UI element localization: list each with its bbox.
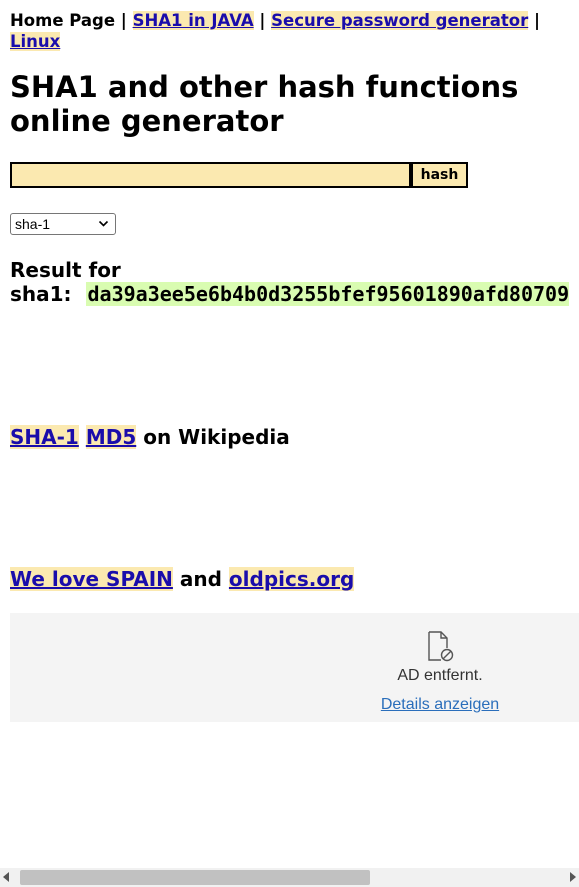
scroll-right-arrow-icon[interactable] bbox=[570, 872, 576, 882]
ad-removed-text: AD entfernt. bbox=[397, 667, 483, 684]
result-algorithm-label: sha1: bbox=[10, 282, 72, 306]
nav-link-secure-password[interactable]: Secure password generator bbox=[271, 11, 529, 30]
blocked-document-icon bbox=[426, 631, 454, 663]
page-title: SHA1 and other hash functions online gen… bbox=[10, 70, 519, 138]
nav-link-linux[interactable]: Linux bbox=[10, 32, 61, 51]
algorithm-select-value: sha-1 bbox=[15, 216, 51, 232]
nav-home: Home Page bbox=[10, 11, 116, 30]
horizontal-scrollbar[interactable] bbox=[0, 868, 579, 887]
wikipedia-links: SHA-1 MD5 on Wikipedia bbox=[10, 425, 290, 449]
link-oldpics[interactable]: oldpics.org bbox=[228, 567, 355, 591]
result-block: Result for sha1: da39a3ee5e6b4b0d3255bfe… bbox=[10, 258, 570, 306]
nav-separator: | bbox=[115, 11, 133, 30]
result-label-line1: Result for bbox=[10, 258, 121, 282]
ad-details-link[interactable]: Details anzeigen bbox=[340, 696, 540, 714]
removed-ad-placeholder: AD entfernt. Details anzeigen bbox=[10, 613, 579, 722]
hash-button[interactable]: hash bbox=[411, 162, 468, 188]
nav-link-sha1-java[interactable]: SHA1 in JAVA bbox=[132, 11, 254, 30]
result-line: sha1: da39a3ee5e6b4b0d3255bfef95601890af… bbox=[10, 282, 570, 306]
result-hash-value: da39a3ee5e6b4b0d3255bfef95601890afd80709 bbox=[85, 282, 570, 306]
promo-and: and bbox=[179, 567, 222, 591]
scrollbar-thumb[interactable] bbox=[20, 870, 370, 885]
chevron-down-icon bbox=[98, 216, 109, 236]
link-wiki-md5[interactable]: MD5 bbox=[85, 425, 137, 449]
top-nav: Home Page | SHA1 in JAVA | Secure passwo… bbox=[10, 10, 570, 52]
wiki-suffix: on Wikipedia bbox=[143, 425, 290, 449]
algorithm-select[interactable]: sha-1 bbox=[10, 213, 116, 235]
link-wiki-sha1[interactable]: SHA-1 bbox=[10, 425, 79, 449]
nav-separator: | bbox=[528, 11, 541, 30]
scroll-left-arrow-icon[interactable] bbox=[3, 872, 9, 882]
link-we-love-spain[interactable]: We love SPAIN bbox=[10, 567, 173, 591]
nav-separator: | bbox=[253, 11, 272, 30]
promo-links: We love SPAIN and oldpics.org bbox=[10, 567, 355, 591]
hash-text-input[interactable] bbox=[10, 162, 411, 188]
